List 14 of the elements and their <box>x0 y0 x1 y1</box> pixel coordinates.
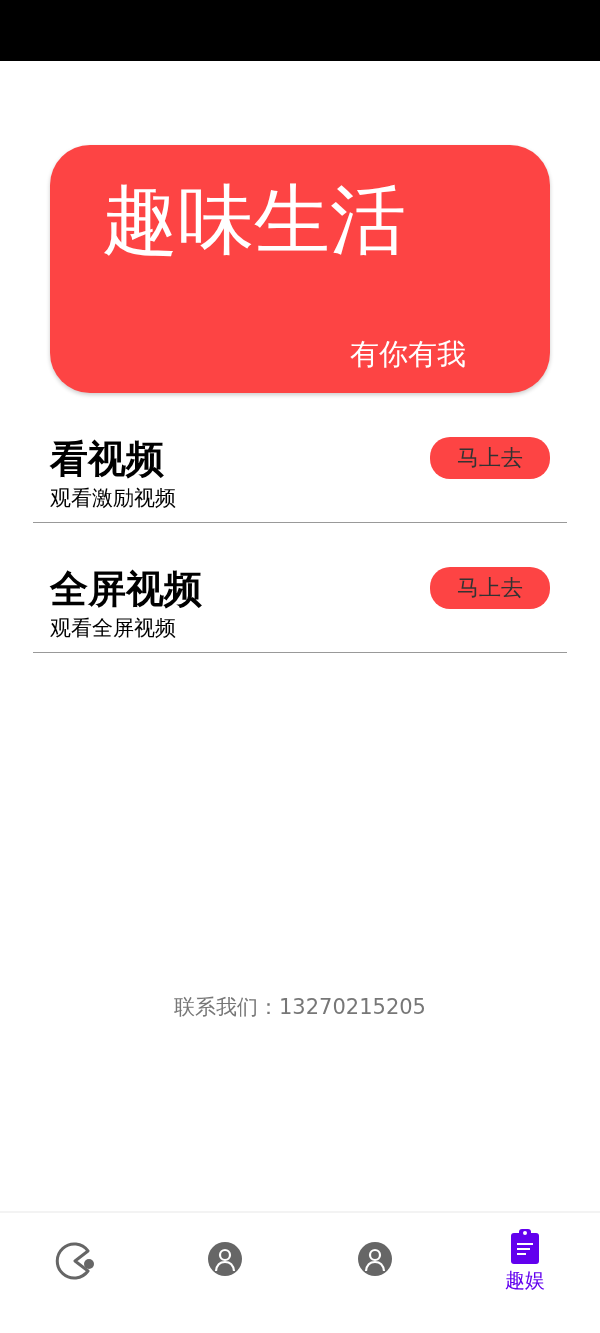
user-avatar-icon <box>207 1241 243 1277</box>
nav-tab[interactable]: 趣娱 <box>450 1213 600 1333</box>
user-avatar-icon <box>357 1241 393 1277</box>
go-button[interactable]: 马上去 <box>430 437 550 479</box>
task-title: 全屏视频 <box>50 566 203 613</box>
clipboard-icon <box>510 1229 540 1265</box>
task-subtitle: 观看激励视频 <box>50 485 177 512</box>
task-title: 看视频 <box>50 436 165 483</box>
banner-title: 趣味生活 <box>102 175 407 265</box>
banner-subtitle: 有你有我 <box>350 336 466 373</box>
go-button[interactable]: 马上去 <box>430 567 550 609</box>
task-subtitle: 观看全屏视频 <box>50 615 177 642</box>
pacman-icon <box>55 1241 95 1281</box>
contact-text: 联系我们：13270215205 <box>173 994 427 1021</box>
